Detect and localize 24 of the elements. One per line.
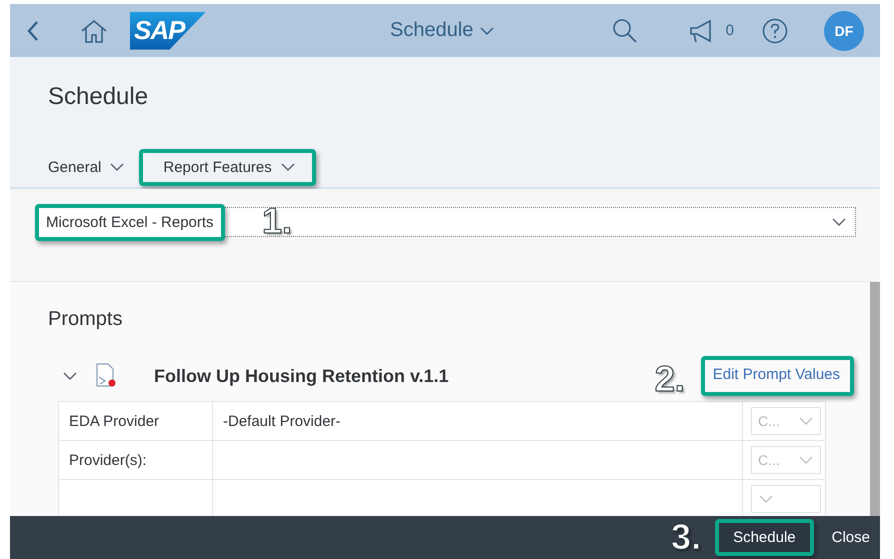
document-icon bbox=[94, 363, 118, 390]
megaphone-icon[interactable] bbox=[688, 18, 714, 44]
help-icon[interactable] bbox=[762, 18, 788, 44]
notification-count: 0 bbox=[726, 22, 734, 40]
section-tab[interactable]: Report Features bbox=[139, 148, 316, 186]
prompt-value: -Default Provider- bbox=[223, 412, 341, 430]
search-icon[interactable] bbox=[612, 18, 638, 44]
page-title: Schedule bbox=[48, 83, 150, 112]
edit-prompt-values-link[interactable]: Edit Prompt Values bbox=[700, 356, 854, 396]
step-number: 3. bbox=[671, 519, 702, 556]
step-number: 2. bbox=[654, 361, 685, 398]
section-tab[interactable]: General bbox=[48, 156, 126, 178]
prompt-label: Provider(s): bbox=[69, 452, 147, 469]
report-title: Follow Up Housing Retention v.1.1 bbox=[154, 366, 449, 387]
prompt-label: EDA Provider bbox=[69, 412, 160, 430]
scrollbar[interactable] bbox=[870, 282, 880, 516]
close-button[interactable]: Close bbox=[828, 522, 874, 552]
home-icon[interactable] bbox=[80, 18, 108, 44]
back-icon bbox=[26, 18, 40, 43]
schedule-button[interactable]: Schedule bbox=[715, 518, 814, 556]
format-value: Microsoft Excel - Reports bbox=[35, 204, 225, 241]
logo: SAP bbox=[130, 12, 206, 50]
section-title: Prompts bbox=[48, 308, 124, 332]
app-title[interactable]: Schedule bbox=[390, 19, 474, 42]
